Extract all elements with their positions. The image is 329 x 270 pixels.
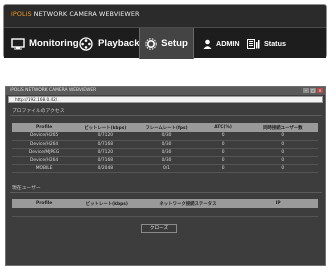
nav-setup-label: Setup <box>161 38 188 49</box>
user-icon <box>203 39 212 49</box>
cell-framerate: 0/30 <box>134 156 199 165</box>
nav-status[interactable]: Status <box>247 28 286 59</box>
cell-users: 0 <box>247 148 318 157</box>
app-header: iPOLiS NETWORK CAMERA WEBVIEWER Monitori… <box>3 4 327 59</box>
cell-bitrate: 0/7168 <box>76 156 135 165</box>
close-icon[interactable]: × <box>317 88 323 93</box>
current-users-heading: 現在ユーザー <box>12 186 41 191</box>
nav-monitoring-label: Monitoring <box>29 38 79 49</box>
col-profile: Profile <box>12 199 77 208</box>
app-title: iPOLiS NETWORK CAMERA WEBVIEWER <box>11 10 140 18</box>
nav-playback-label: Playback <box>98 38 140 49</box>
app-title-text: NETWORK CAMERA WEBVIEWER <box>31 10 140 18</box>
cell-profile: Device/MJPEG <box>12 148 77 157</box>
nav-admin[interactable]: ADMIN <box>203 28 240 59</box>
minimize-icon[interactable]: – <box>303 88 309 93</box>
profile-access-table: Profile ビットレート(kbps) フレームレート(fps) ATC(%)… <box>12 123 318 173</box>
cell-bitrate: 0/7120 <box>76 148 135 157</box>
table-header-row: Profile ビットレート(kbps) フレームレート(fps) ATC(%)… <box>12 123 318 132</box>
gear-icon <box>145 37 157 50</box>
window-title: iPOLiS NETWORK CAMERA WEBVIEWER <box>10 88 97 93</box>
nav-admin-label: ADMIN <box>216 39 240 48</box>
table-row: Device/MJPEG 0/7120 0/30 0 0 <box>12 148 318 157</box>
col-ip: IP <box>238 199 318 208</box>
cell-bitrate: 0/7120 <box>76 132 135 141</box>
address-bar[interactable]: http://192.168.0.42/... <box>8 96 323 103</box>
window-controls: – □ × <box>303 88 323 93</box>
cell-users: 0 <box>247 140 318 149</box>
main-nav: Monitoring Playback Setup ADMIN Status <box>4 27 326 59</box>
address-url: http://192.168.0.42/ <box>15 97 58 102</box>
cell-framerate: 0/30 <box>134 140 199 149</box>
divider <box>10 192 322 193</box>
profile-access-heading: プロファイルのアクセス <box>12 109 65 114</box>
cell-users: 0 <box>247 132 318 141</box>
cell-atc: 0 <box>198 148 248 157</box>
cell-profile: Device/H264 <box>12 140 77 149</box>
status-icon <box>247 38 260 49</box>
col-bitrate: ビットレート(kbps) <box>76 123 135 132</box>
cell-framerate: 0/30 <box>134 148 199 157</box>
cell-users: 0 <box>247 164 318 173</box>
monitor-icon <box>11 37 25 50</box>
maximize-icon[interactable]: □ <box>310 88 316 93</box>
nav-monitoring[interactable]: Monitoring <box>11 28 79 59</box>
col-concurrent-users: 同時接続ユーザー数 <box>247 123 318 132</box>
cell-profile: MOBILE <box>12 164 77 173</box>
cell-bitrate <box>76 208 138 217</box>
cell-bitrate: 0/7168 <box>76 140 135 149</box>
table-header-row: Profile ビットレート(kbps) ネットワーク接続ステータス IP <box>12 199 318 208</box>
cell-users: 0 <box>247 156 318 165</box>
close-button[interactable]: クローズ <box>141 224 177 233</box>
cell-framerate: 0/1 <box>134 164 199 173</box>
cell-atc: 0 <box>198 140 248 149</box>
cell-framerate: 0/30 <box>134 132 199 141</box>
cell-profile <box>12 208 77 217</box>
table-row: MOBILE 0/2048 0/1 0 0 <box>12 164 318 173</box>
cell-bitrate: 0/2048 <box>76 164 135 173</box>
cell-network-status <box>137 208 239 217</box>
table-row: Device/H264 0/7168 0/30 0 0 <box>12 156 318 165</box>
nav-status-label: Status <box>264 39 286 48</box>
address-url-tail: ... <box>57 97 62 102</box>
cell-profile: Device/H265 <box>12 132 77 141</box>
brand-logo: iPOLiS <box>11 10 32 18</box>
divider <box>10 115 322 116</box>
table-row <box>12 208 318 217</box>
nav-setup[interactable]: Setup <box>139 28 194 59</box>
film-reel-icon <box>79 36 94 51</box>
col-profile: Profile <box>12 123 77 132</box>
col-atc: ATC(%) <box>198 123 248 132</box>
cell-atc: 0 <box>198 164 248 173</box>
col-network-status: ネットワーク接続ステータス <box>137 199 239 208</box>
current-users-table: Profile ビットレート(kbps) ネットワーク接続ステータス IP <box>12 199 318 217</box>
cell-atc: 0 <box>198 156 248 165</box>
nav-playback[interactable]: Playback <box>79 28 140 59</box>
cell-atc: 0 <box>198 132 248 141</box>
window-titlebar: iPOLiS NETWORK CAMERA WEBVIEWER – □ × <box>6 87 325 95</box>
table-row: Device/H265 0/7120 0/30 0 0 <box>12 132 318 141</box>
cell-profile: Device/H264 <box>12 156 77 165</box>
col-framerate: フレームレート(fps) <box>134 123 199 132</box>
status-window: iPOLiS NETWORK CAMERA WEBVIEWER – □ × ht… <box>5 86 326 266</box>
cell-ip <box>238 208 318 217</box>
table-row: Device/H264 0/7168 0/30 0 0 <box>12 140 318 149</box>
col-bitrate: ビットレート(kbps) <box>76 199 138 208</box>
